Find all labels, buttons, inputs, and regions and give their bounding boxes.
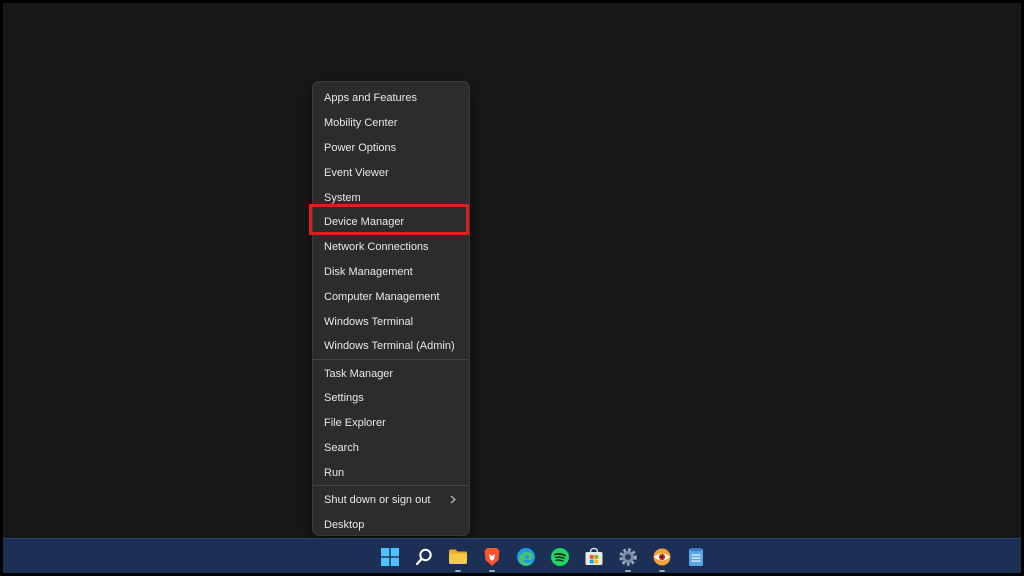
taskbar — [3, 538, 1021, 573]
menu-item-apps-and-features[interactable]: Apps and Features — [313, 86, 469, 111]
notepad-icon[interactable] — [679, 539, 713, 573]
menu-item-power-options[interactable]: Power Options — [313, 136, 469, 161]
menu-item-windows-terminal[interactable]: Windows Terminal — [313, 309, 469, 334]
menu-item-label: System — [324, 191, 361, 204]
menu-item-device-manager[interactable]: Device Manager — [313, 210, 469, 235]
menu-separator — [313, 358, 469, 360]
menu-item-label: Search — [324, 442, 359, 455]
menu-item-label: Shut down or sign out — [324, 494, 431, 507]
menu-item-disk-management[interactable]: Disk Management — [313, 260, 469, 285]
winx-context-menu: Apps and Features Mobility Center Power … — [312, 81, 470, 536]
menu-item-label: Mobility Center — [324, 117, 398, 130]
menu-item-label: Settings — [324, 392, 364, 405]
menu-item-label: Computer Management — [324, 290, 440, 303]
microsoft-store-icon[interactable] — [577, 539, 611, 573]
menu-item-label: Windows Terminal — [324, 315, 414, 328]
menu-item-shut-down-or-sign-out[interactable]: Shut down or sign out — [313, 488, 469, 513]
menu-item-search[interactable]: Search — [313, 436, 469, 461]
running-indicator — [455, 570, 461, 572]
windows-start-icon[interactable] — [373, 539, 407, 573]
running-indicator — [625, 570, 631, 572]
brave-browser-icon[interactable] — [475, 539, 509, 573]
file-explorer-icon[interactable] — [441, 539, 475, 573]
menu-item-label: Power Options — [324, 141, 397, 154]
photo-app-icon[interactable] — [645, 539, 679, 573]
edge-browser-icon[interactable] — [509, 539, 543, 573]
menu-item-label: Run — [324, 466, 345, 479]
menu-item-label: File Explorer — [324, 417, 386, 430]
settings-gear-icon[interactable] — [611, 539, 645, 573]
menu-item-computer-management[interactable]: Computer Management — [313, 284, 469, 309]
menu-item-label: Event Viewer — [324, 166, 389, 179]
chevron-right-icon — [447, 494, 459, 506]
spotify-icon[interactable] — [543, 539, 577, 573]
menu-item-label: Apps and Features — [324, 92, 417, 105]
running-indicator — [489, 570, 495, 572]
menu-item-event-viewer[interactable]: Event Viewer — [313, 160, 469, 185]
menu-item-label: Task Manager — [324, 367, 394, 380]
desktop-background — [3, 3, 1021, 538]
menu-item-label: Disk Management — [324, 265, 413, 278]
search-icon[interactable] — [407, 539, 441, 573]
menu-item-label: Device Manager — [324, 216, 405, 229]
menu-item-system[interactable]: System — [313, 185, 469, 210]
screen: Apps and Features Mobility Center Power … — [3, 3, 1021, 573]
menu-item-label: Desktop — [324, 518, 365, 531]
menu-item-label: Network Connections — [324, 241, 429, 254]
menu-item-network-connections[interactable]: Network Connections — [313, 235, 469, 260]
menu-item-file-explorer[interactable]: File Explorer — [313, 411, 469, 436]
menu-item-label: Windows Terminal (Admin) — [324, 340, 455, 353]
menu-item-desktop[interactable]: Desktop — [313, 513, 469, 538]
menu-item-mobility-center[interactable]: Mobility Center — [313, 111, 469, 136]
menu-item-windows-terminal-admin[interactable]: Windows Terminal (Admin) — [313, 334, 469, 359]
menu-item-run[interactable]: Run — [313, 460, 469, 485]
menu-item-settings[interactable]: Settings — [313, 386, 469, 411]
menu-item-task-manager[interactable]: Task Manager — [313, 361, 469, 386]
running-indicator — [659, 570, 665, 572]
menu-separator — [313, 485, 469, 487]
